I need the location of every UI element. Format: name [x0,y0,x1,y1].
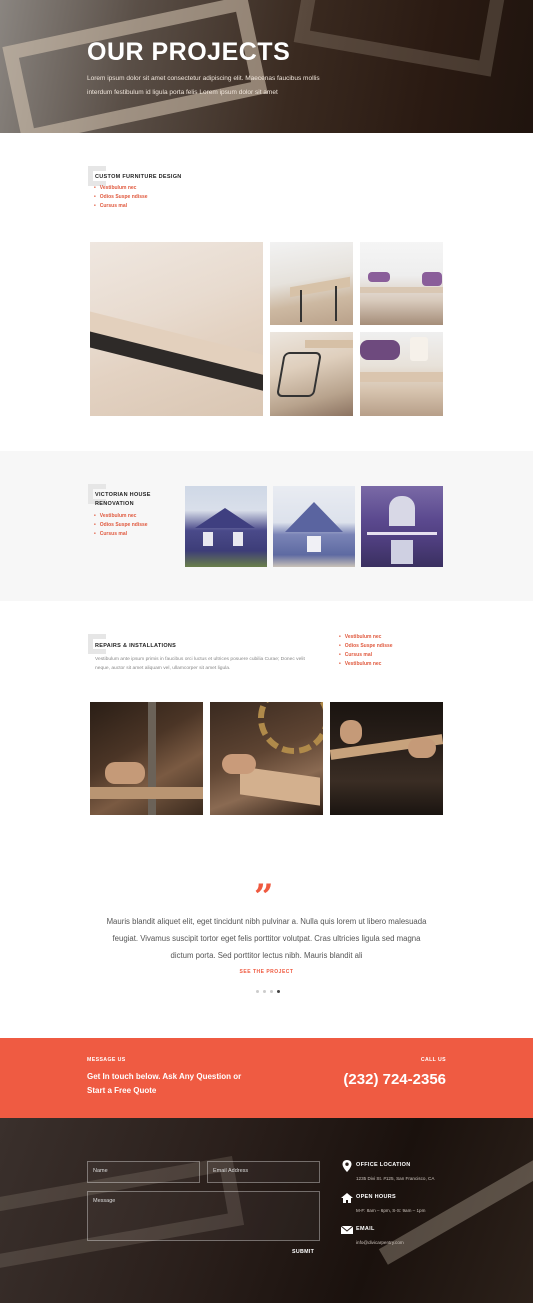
list-item: Odios Suspe ndisse [339,642,393,651]
table-leg [300,290,302,322]
slider-dot[interactable] [256,990,259,993]
list-item: Vestibulum nec [339,660,393,669]
project-feature-list: Vestibulum nec Odios Suspe ndisse Cursus… [94,184,148,211]
project-image-chair-detail[interactable] [270,332,353,416]
hero-subtitle: Lorem ipsum dolor sit amet consectetur a… [87,75,320,96]
table-leg [335,286,337,321]
window-shape [233,532,243,546]
chair-shape [368,272,390,282]
project-feature-list: Vestibulum nec Odios Suspe ndisse Cursus… [94,512,148,539]
house-icon [341,1193,353,1203]
roof-gable-shape [195,508,255,528]
chair-shape [360,340,400,360]
cta-heading-line2: Start a Free Quote [87,1086,157,1095]
message-field[interactable]: Message [87,1191,320,1241]
project-image-victorian-2[interactable] [273,486,355,567]
project-image-table-purple[interactable] [360,332,443,416]
trim-shape [367,532,437,535]
project-feature-list: Vestibulum nec Odios Suspe ndisse Cursus… [339,633,393,669]
envelope-icon [340,1225,354,1234]
chair-frame-shape [276,352,322,397]
hero-frame-graphic-2 [293,0,507,77]
project-section-furniture: CUSTOM FURNITURE DESIGN Vestibulum nec O… [0,133,533,451]
project-image-circular-saw[interactable] [210,702,323,815]
office-location-title: OFFICE LOCATION [356,1162,411,1168]
office-location-value: 1235 Divi St. #125, San Francisco, CA [356,1176,435,1181]
list-item: Odios Suspe ndisse [94,521,148,530]
call-label: CALL US [420,1057,446,1063]
list-item: Vestibulum nec [94,184,148,193]
list-item: Cursus mal [94,202,148,211]
project-description: Vestibulum ante ipsum primis in faucibus… [95,657,305,671]
tabletop-shape [360,372,443,382]
list-item: Vestibulum nec [94,512,148,521]
slider-dot-active[interactable] [277,990,280,993]
roof-gable-shape [285,502,343,532]
window-shape [391,540,413,564]
project-title: REPAIRS & INSTALLATIONS [95,643,177,649]
project-image-victorian-1[interactable] [185,486,267,567]
cta-heading: Get In touch below. Ask Any Question or … [87,1070,241,1098]
tabletop-shape [305,340,353,348]
email-value[interactable]: info@divicarpentry.com [356,1240,404,1245]
testimonial-text: Mauris blandit aliquet elit, eget tincid… [106,917,427,960]
name-field[interactable]: Name [87,1161,200,1183]
project-title-line2: RENOVATION [95,501,134,507]
tabletop-shape [290,276,350,298]
phone-number[interactable]: (232) 724-2356 [343,1071,446,1088]
wood-board-shape [90,787,203,799]
chair-shape [422,272,442,286]
saw-blade-shape [258,702,323,754]
slider-dot[interactable] [270,990,273,993]
list-item: Odios Suspe ndisse [94,193,148,202]
list-item: Cursus mal [339,651,393,660]
glass-shape [410,337,428,361]
project-section-repairs: REPAIRS & INSTALLATIONS Vestibulum ante … [0,601,533,840]
window-shape [307,536,321,552]
project-section-victorian: VICTORIAN HOUSE RENOVATION Vestibulum ne… [0,451,533,601]
project-title: CUSTOM FURNITURE DESIGN [95,174,182,180]
slider-dots [256,990,280,993]
page-title: OUR PROJECTS [87,38,291,66]
hand-shape [408,738,436,758]
window-shape [203,532,213,546]
project-image-bandsaw[interactable] [90,702,203,815]
email-field[interactable]: Email Address [207,1161,320,1183]
hero-banner: OUR PROJECTS Lorem ipsum dolor sit amet … [0,0,533,133]
project-image-victorian-3[interactable] [361,486,443,567]
window-shape [389,496,415,526]
project-image-table-edge[interactable] [90,242,263,416]
open-hours-title: OPEN HOURS [356,1194,396,1200]
cta-banner: MESSAGE US Get In touch below. Ask Any Q… [0,1038,533,1118]
submit-button[interactable]: SUBMIT [292,1249,314,1255]
hand-shape [222,754,256,774]
list-item: Cursus mal [94,530,148,539]
email-title: EMAIL [356,1226,375,1232]
cta-heading-line1: Get In touch below. Ask Any Question or [87,1072,242,1081]
contact-section: Name Email Address Message SUBMIT OFFICE… [0,1118,533,1303]
location-pin-icon [342,1160,352,1172]
quote-icon: ” [254,877,273,917]
cta-label: MESSAGE US [87,1057,126,1063]
project-image-wood-measure[interactable] [330,702,443,815]
wood-board-shape [240,766,320,806]
see-project-link[interactable]: SEE THE PROJECT [200,969,333,975]
list-item: Vestibulum nec [339,633,393,642]
open-hours-value: M-F: 8am – 6pm, S-S: 9am – 1pm [356,1208,426,1213]
project-image-purple-chairs[interactable] [360,242,443,325]
slider-dot[interactable] [263,990,266,993]
project-image-chair-table[interactable] [270,242,353,325]
hand-shape [340,720,362,744]
hand-shape [105,762,145,784]
tabletop-shape [360,287,443,293]
